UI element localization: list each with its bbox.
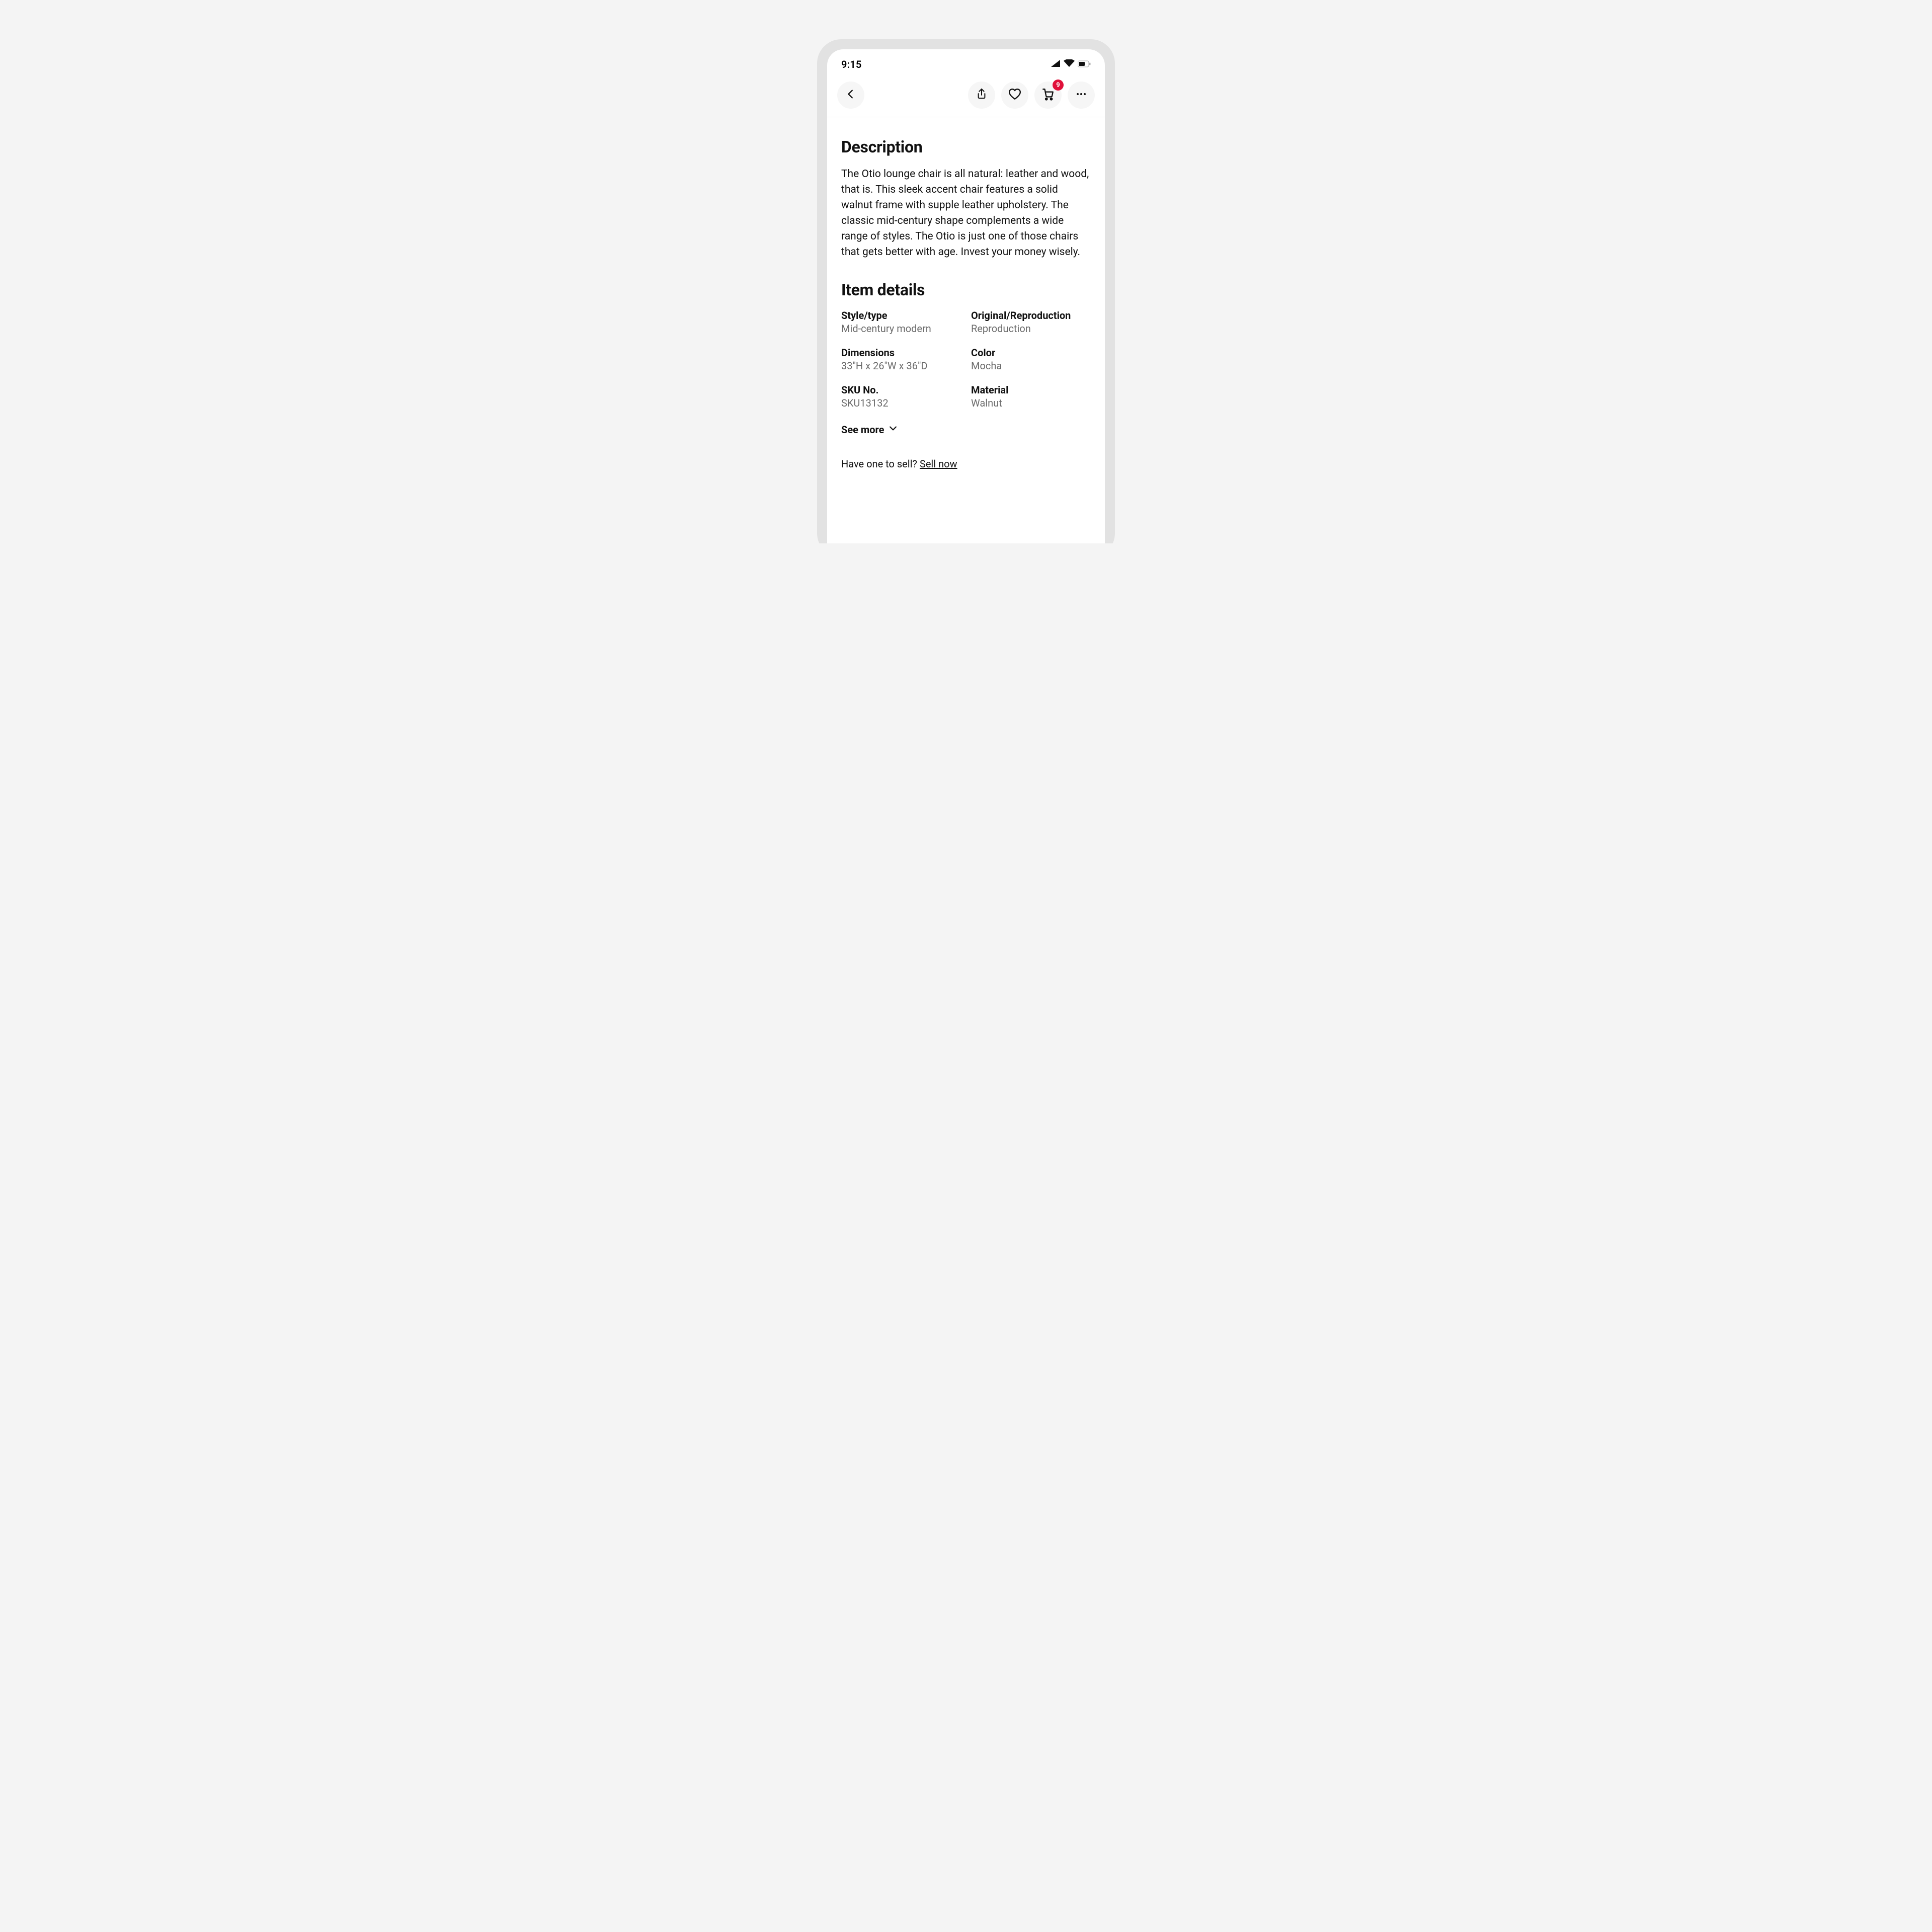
detail-label: Material (971, 384, 1091, 396)
header: 9 (827, 74, 1105, 117)
see-more-button[interactable]: See more (841, 423, 898, 436)
detail-value: Walnut (971, 397, 1091, 409)
detail-label: Color (971, 347, 1091, 359)
back-button[interactable] (837, 82, 864, 109)
status-icons (1051, 59, 1091, 69)
detail-label: Original/Reproduction (971, 309, 1091, 321)
wifi-icon (1064, 59, 1075, 69)
item-details-heading: Item details (841, 280, 1091, 299)
more-horizontal-icon (1075, 88, 1087, 102)
chevron-down-icon (888, 423, 898, 436)
cart-button[interactable]: 9 (1034, 82, 1062, 109)
status-bar: 9:15 (827, 54, 1105, 74)
details-grid: Style/type Mid-century modern Original/R… (841, 309, 1091, 409)
detail-label: Dimensions (841, 347, 961, 359)
share-icon (976, 88, 987, 102)
cellular-icon (1051, 59, 1061, 69)
detail-material: Material Walnut (971, 384, 1091, 409)
detail-sku: SKU No. SKU13132 (841, 384, 961, 409)
detail-color: Color Mocha (971, 347, 1091, 372)
detail-label: SKU No. (841, 384, 961, 396)
description-heading: Description (841, 137, 1091, 156)
cart-icon (1041, 88, 1055, 103)
detail-value: SKU13132 (841, 397, 961, 409)
status-time: 9:15 (841, 58, 862, 70)
battery-icon (1078, 60, 1091, 69)
detail-value: Mocha (971, 360, 1091, 372)
sell-now-link[interactable]: Sell now (920, 458, 957, 470)
detail-value: 33"H x 26"W x 36"D (841, 360, 961, 372)
detail-dimensions: Dimensions 33"H x 26"W x 36"D (841, 347, 961, 372)
share-button[interactable] (968, 82, 995, 109)
cart-badge: 9 (1053, 79, 1064, 91)
detail-original-reproduction: Original/Reproduction Reproduction (971, 309, 1091, 335)
detail-value: Reproduction (971, 323, 1091, 335)
content: Description The Otio lounge chair is all… (827, 117, 1105, 470)
phone-frame: 9:15 (817, 39, 1115, 543)
detail-style-type: Style/type Mid-century modern (841, 309, 961, 335)
description-body: The Otio lounge chair is all natural: le… (841, 167, 1091, 260)
see-more-label: See more (841, 424, 884, 436)
screen: 9:15 (827, 49, 1105, 543)
heart-icon (1008, 88, 1021, 102)
favorite-button[interactable] (1001, 82, 1028, 109)
sell-row: Have one to sell? Sell now (841, 458, 1091, 470)
more-button[interactable] (1068, 82, 1095, 109)
sell-prompt: Have one to sell? (841, 458, 920, 470)
detail-value: Mid-century modern (841, 323, 961, 335)
chevron-left-icon (845, 89, 856, 102)
detail-label: Style/type (841, 309, 961, 321)
